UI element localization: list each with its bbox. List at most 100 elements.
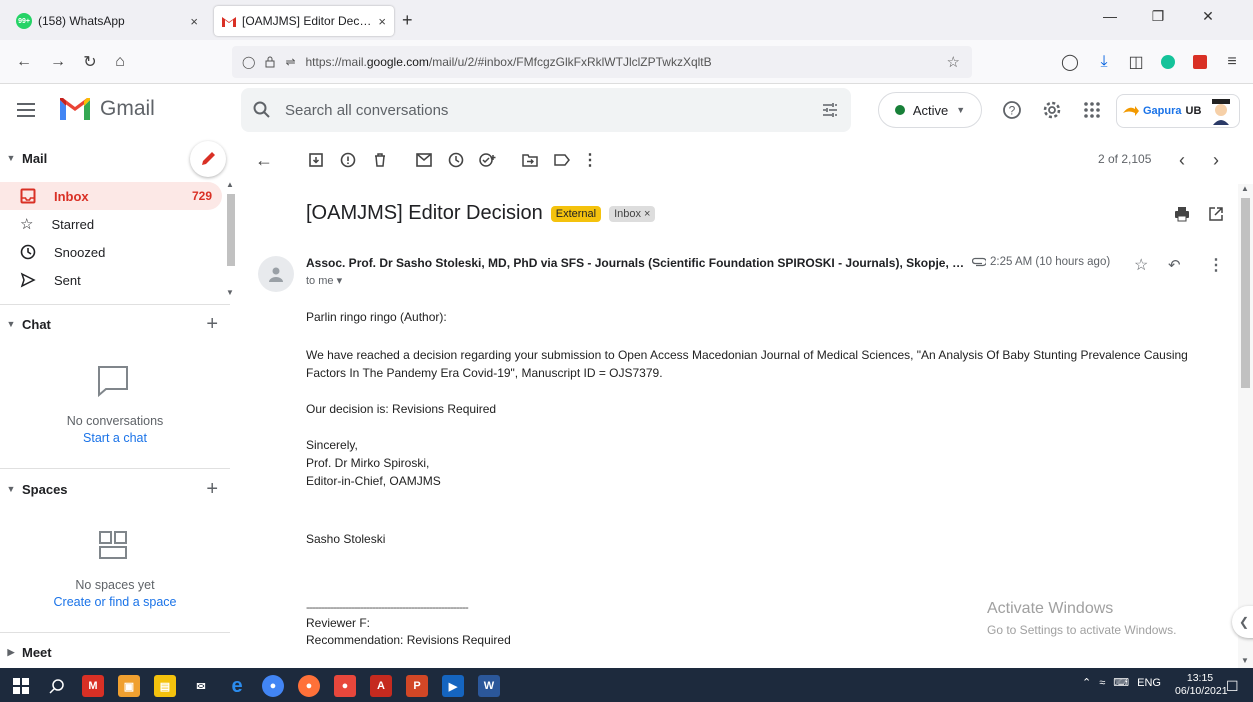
forward-icon[interactable]: → <box>48 52 68 72</box>
search-icon[interactable] <box>46 675 68 697</box>
status-dropdown[interactable]: Active ▼ <box>878 92 982 128</box>
sidebar-scrollbar[interactable]: ▲ ▼ <box>226 180 236 300</box>
spaces-section-header[interactable]: ▼ Spaces + <box>0 476 230 502</box>
side-panel-toggle[interactable]: ❮ <box>1232 606 1253 638</box>
caret-down-icon: ▼ <box>6 484 16 494</box>
menu-icon[interactable]: ≡ <box>1222 52 1242 72</box>
sidebar-item-sent[interactable]: Sent <box>0 266 222 294</box>
address-bar[interactable]: ◯ ⇌ https://mail.google.com/mail/u/2/#in… <box>232 46 972 78</box>
tab-whatsapp[interactable]: 99+ (158) WhatsApp × <box>8 6 206 36</box>
message-time: 2:25 AM (10 hours ago) <box>972 256 1110 268</box>
bookmark-star-icon[interactable]: ☆ <box>947 53 960 71</box>
reply-icon[interactable]: ↶ <box>1168 256 1181 274</box>
store-bag-icon[interactable]: ▣ <box>118 675 140 697</box>
wifi-icon[interactable]: ≈ <box>1099 677 1105 689</box>
pdf-reader-icon[interactable]: A <box>370 675 392 697</box>
search-bar[interactable] <box>241 88 851 132</box>
home-icon[interactable]: ⌂ <box>110 52 130 72</box>
firefox-browser-icon[interactable]: ● <box>298 675 320 697</box>
reload-icon[interactable]: ↻ <box>80 52 100 72</box>
close-tab-icon[interactable]: × <box>378 14 386 29</box>
tray-chevron-up-icon[interactable]: ⌃ <box>1082 676 1091 689</box>
apps-grid-icon[interactable] <box>1080 98 1104 122</box>
chat-bubble-icon <box>96 364 130 398</box>
create-space-link[interactable]: Create or find a space <box>0 595 230 609</box>
newer-chevron-left-icon[interactable]: ‹ <box>1172 150 1192 170</box>
main-menu-icon[interactable] <box>14 98 38 122</box>
add-to-tasks-icon[interactable] <box>478 150 498 170</box>
attachment-icon <box>972 257 986 267</box>
archive-icon[interactable] <box>306 150 326 170</box>
chrome-browser-icon[interactable]: ● <box>262 675 284 697</box>
notification-icon[interactable]: ☐ <box>1226 678 1239 695</box>
mark-unread-icon[interactable] <box>414 150 434 170</box>
file-explorer-icon[interactable]: ▤ <box>154 675 176 697</box>
meet-section-header[interactable]: ▶ Meet <box>0 639 230 665</box>
move-to-icon[interactable] <box>520 150 540 170</box>
grammarly-icon[interactable] <box>1158 52 1178 72</box>
delete-trash-icon[interactable] <box>370 150 390 170</box>
new-tab-button[interactable]: + <box>402 10 413 31</box>
keyboard-icon[interactable]: ⌨ <box>1113 676 1129 689</box>
pocket-icon[interactable]: ◯ <box>1060 52 1080 72</box>
extension-icon[interactable] <box>1190 52 1210 72</box>
app-icon[interactable]: ● <box>334 675 356 697</box>
sidebar-item-inbox[interactable]: Inbox 729 <box>0 182 222 210</box>
help-icon[interactable]: ? <box>1000 98 1024 122</box>
new-space-plus-icon[interactable]: + <box>206 478 218 501</box>
print-icon[interactable] <box>1174 206 1190 222</box>
search-input[interactable] <box>285 101 775 119</box>
open-new-window-icon[interactable] <box>1208 206 1224 222</box>
message-more-icon[interactable]: ⋮ <box>1208 255 1224 275</box>
older-chevron-right-icon[interactable]: › <box>1206 150 1226 170</box>
mail-envelope-icon[interactable]: ✉ <box>190 675 212 697</box>
settings-gear-icon[interactable] <box>1040 98 1064 122</box>
gmail-logo[interactable]: Gmail <box>58 96 155 122</box>
new-chat-plus-icon[interactable]: + <box>206 313 218 336</box>
edge-browser-icon[interactable]: e <box>226 675 248 697</box>
sender-avatar[interactable] <box>258 256 294 292</box>
maximize-icon[interactable]: ❐ <box>1140 8 1176 25</box>
compose-button[interactable] <box>190 141 226 177</box>
inbox-icon <box>20 188 36 204</box>
label-icon[interactable] <box>552 150 572 170</box>
svg-text:?: ? <box>1009 104 1016 118</box>
back-icon[interactable]: ← <box>14 52 34 72</box>
tab-title: [OAMJMS] Editor Decision - go <box>242 14 372 28</box>
tab-gmail[interactable]: [OAMJMS] Editor Decision - go × <box>214 6 394 36</box>
sender-name[interactable]: Assoc. Prof. Dr Sasho Stoleski, MD, PhD … <box>306 256 966 270</box>
media-player-icon[interactable]: ▶ <box>442 675 464 697</box>
search-options-icon[interactable] <box>821 101 839 119</box>
message-timestamp: 2:25 AM (10 hours ago) <box>990 256 1111 268</box>
back-to-inbox-icon[interactable]: ← <box>254 150 274 170</box>
more-options-icon[interactable]: ⋮ <box>580 150 600 170</box>
windows-start-icon[interactable] <box>10 675 32 697</box>
sidebar-toggle-icon[interactable]: ◫ <box>1126 52 1146 72</box>
main-scrollbar[interactable]: ▲ ▼ <box>1238 184 1253 668</box>
whatsapp-favicon-icon: 99+ <box>16 13 32 29</box>
word-icon[interactable]: W <box>478 675 500 697</box>
minimize-icon[interactable]: — <box>1092 8 1128 24</box>
email-paragraph-line: Factors In The Pandemy Era Covid-19", Ma… <box>306 366 663 380</box>
account-badge[interactable]: Gapura UB <box>1116 94 1240 128</box>
report-spam-icon[interactable] <box>338 150 358 170</box>
start-chat-link[interactable]: Start a chat <box>0 431 230 445</box>
search-icon[interactable] <box>253 101 271 119</box>
recipient-dropdown[interactable]: to me ▾ <box>306 274 342 287</box>
chat-section-header[interactable]: ▼ Chat + <box>0 311 230 337</box>
powerpoint-icon[interactable]: P <box>406 675 428 697</box>
active-status-dot <box>894 105 905 115</box>
close-tab-icon[interactable]: × <box>190 14 198 29</box>
close-window-icon[interactable]: ✕ <box>1190 8 1226 25</box>
sidebar-item-snoozed[interactable]: Snoozed <box>0 238 222 266</box>
inbox-label[interactable]: Inbox × <box>609 205 656 222</box>
chevron-left-icon: ❮ <box>1238 615 1250 629</box>
download-icon[interactable]: ⤓ <box>1094 52 1114 72</box>
snooze-clock-icon[interactable] <box>446 150 466 170</box>
sidebar-item-label: Snoozed <box>54 244 106 260</box>
language-indicator[interactable]: ENG <box>1137 677 1161 689</box>
sidebar-item-starred[interactable]: ☆ Starred <box>0 210 222 238</box>
system-clock[interactable]: 13:15 06/10/2021 <box>1175 672 1228 698</box>
app-red-icon[interactable]: M <box>82 675 104 697</box>
star-message-icon[interactable]: ☆ <box>1134 255 1148 275</box>
